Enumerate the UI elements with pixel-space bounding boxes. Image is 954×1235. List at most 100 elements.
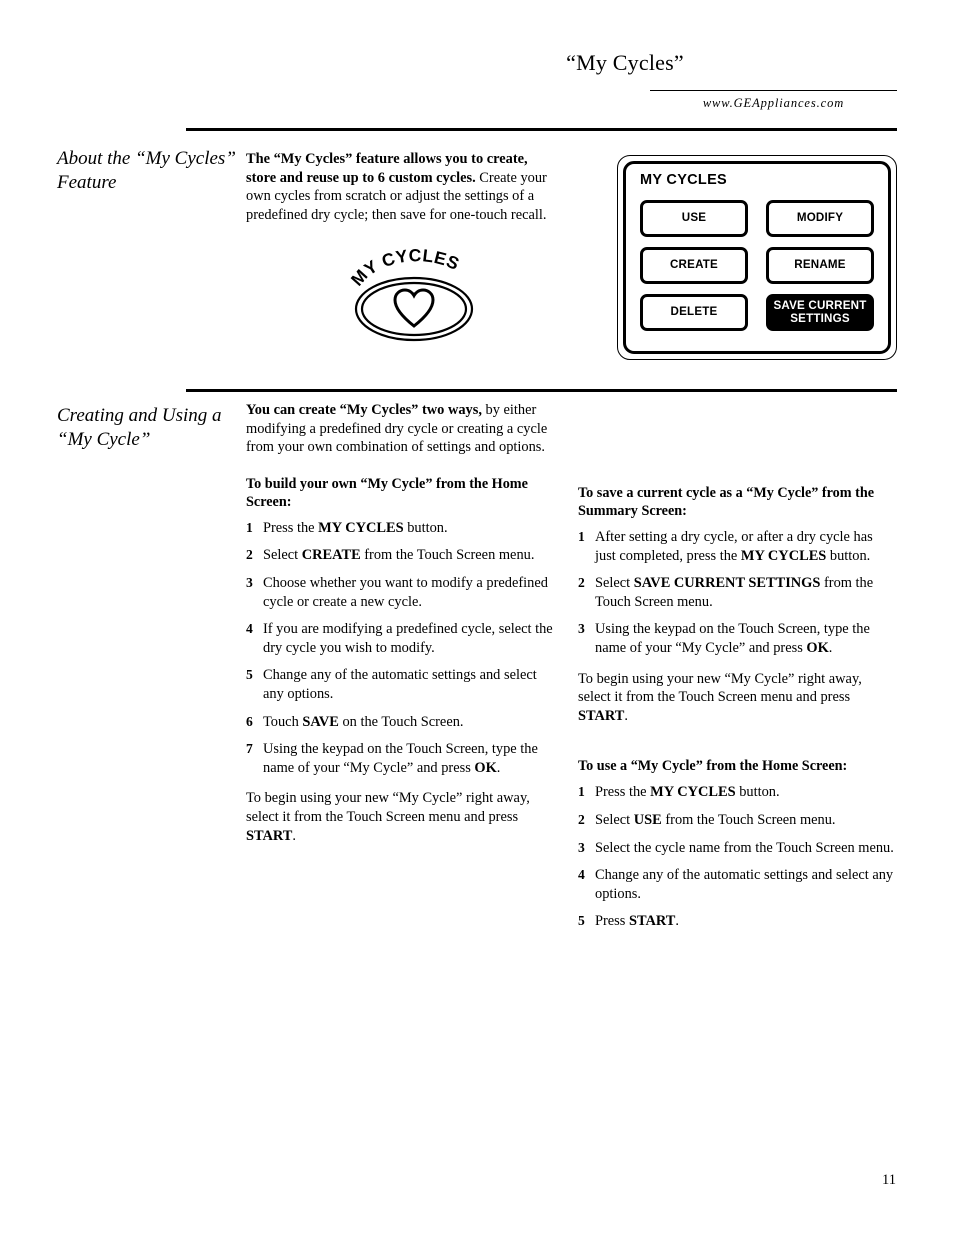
step-text-pre: Select xyxy=(595,811,634,828)
procedure-steps-use-cycle: 1 Press the MY CYCLES button. 2 Select USE… xyxy=(578,783,896,931)
step-number: 1 xyxy=(246,519,253,535)
step-text-pre: Choose whether you want to modify a pred… xyxy=(263,574,548,610)
list-item: 1 Press the MY CYCLES button. xyxy=(246,519,556,538)
list-item: 3 Using the keypad on the Touch Screen, t… xyxy=(578,620,896,657)
touch-panel-button-modify[interactable]: MODIFY xyxy=(766,200,874,237)
list-item: 3 Choose whether you want to modify a pre… xyxy=(246,574,556,611)
about-section-body: The “My Cycles” feature allows you to cr… xyxy=(246,150,556,238)
list-item: 2 Select USE from the Touch Screen menu. xyxy=(578,811,896,830)
creating-intro-bold: You can create “My Cycles” two ways, xyxy=(246,402,482,418)
step-number: 5 xyxy=(578,913,585,929)
step-number: 4 xyxy=(246,621,253,637)
closing-text-pre: To begin using your new “My Cycle” right… xyxy=(578,670,862,706)
step-number: 2 xyxy=(246,547,253,563)
step-number: 5 xyxy=(246,667,253,683)
closing-text-bold: START xyxy=(246,827,293,844)
list-item: 7 Using the keypad on the Touch Screen, t… xyxy=(246,740,556,777)
about-intro-paragraph: The “My Cycles” feature allows you to cr… xyxy=(246,150,556,224)
procedure-steps-save-current: 1 After setting a dry cycle, or after a d… xyxy=(578,528,896,658)
header-divider-thin xyxy=(650,90,897,91)
my-cycles-button-graphic: MY CYCLES xyxy=(340,243,490,348)
step-text-bold: CREATE xyxy=(301,547,361,564)
touch-panel-button-grid: USE MODIFY CREATE RENAME DELETE SAVE CUR… xyxy=(640,200,874,331)
step-text-pre: Select xyxy=(595,575,634,592)
creating-left-column: You can create “My Cycles” two ways, by … xyxy=(246,401,556,857)
list-item: 2 Select SAVE CURRENT SETTINGS from the T… xyxy=(578,574,896,611)
step-number: 7 xyxy=(246,741,253,757)
list-item: 5 Press START. xyxy=(578,912,896,931)
touch-panel-button-rename[interactable]: RENAME xyxy=(766,247,874,284)
step-text-post: . xyxy=(828,639,833,656)
list-item: 1 Press the MY CYCLES button. xyxy=(578,783,896,802)
closing-paragraph-build-own: To begin using your new “My Cycle” right… xyxy=(246,789,556,845)
section-divider-thick xyxy=(186,389,897,392)
step-text-pre: Change any of the automatic settings and… xyxy=(595,867,894,902)
creating-right-column: To save a current cycle as a “My Cycle” … xyxy=(578,484,896,943)
my-cycles-oval-icon: MY CYCLES xyxy=(347,245,474,342)
step-text-post: button. xyxy=(826,547,871,564)
touch-screen-panel-inner: MY CYCLES USE MODIFY CREATE RENAME DELET… xyxy=(623,161,891,354)
touch-panel-button-delete[interactable]: DELETE xyxy=(640,294,748,331)
step-text-bold: OK xyxy=(806,639,829,656)
procedure-heading-use-cycle: To use a “My Cycle” from the Home Screen… xyxy=(578,758,848,775)
step-text-bold: MY CYCLES xyxy=(740,547,827,564)
step-text-bold: SAVE CURRENT SETTINGS xyxy=(633,575,821,592)
step-text-bold: MY CYCLES xyxy=(318,519,404,536)
step-number: 3 xyxy=(578,839,585,855)
step-text-bold: SAVE xyxy=(302,713,339,730)
touch-panel-button-use[interactable]: USE xyxy=(640,200,748,237)
step-text-bold: OK xyxy=(474,759,497,776)
step-text-pre: Select xyxy=(263,547,302,564)
step-text-post: on the Touch Screen. xyxy=(338,713,464,730)
list-item: 6 Touch SAVE on the Touch Screen. xyxy=(246,713,556,732)
procedure-steps-build-own: 1 Press the MY CYCLES button. 2 Select CRE… xyxy=(246,519,556,778)
list-item: 2 Select CREATE from the Touch Screen men… xyxy=(246,546,556,565)
step-text-pre: Change any of the automatic settings and… xyxy=(263,667,537,702)
step-text-post: from the Touch Screen menu. xyxy=(360,547,535,564)
step-number: 1 xyxy=(578,784,585,800)
step-text-pre: If you are modifying a predefined cycle,… xyxy=(263,621,553,656)
procedure-heading-save-current: To save a current cycle as a “My Cycle” … xyxy=(578,485,875,519)
list-item: 5 Change any of the automatic settings an… xyxy=(246,666,556,703)
procedure-heading-build-own: To build your own “My Cycle” from the Ho… xyxy=(246,475,528,510)
step-text-pre: Press xyxy=(595,913,629,930)
step-number: 2 xyxy=(578,575,585,591)
list-item: 4 Change any of the automatic settings an… xyxy=(578,866,896,903)
step-text-bold: START xyxy=(628,913,676,930)
closing-paragraph-save-current: To begin using your new “My Cycle” right… xyxy=(578,670,896,726)
step-text-post: . xyxy=(496,759,501,776)
touch-panel-button-create[interactable]: CREATE xyxy=(640,247,748,284)
sidebar-heading-about: About the “My Cycles” Feature xyxy=(57,148,236,193)
touch-panel-title: MY CYCLES xyxy=(640,172,728,188)
step-text-post: from the Touch Screen menu. xyxy=(661,811,836,828)
list-item: 4 If you are modifying a predefined cycle… xyxy=(246,620,556,657)
header-divider-thick xyxy=(186,128,897,131)
step-number: 3 xyxy=(578,621,585,637)
header-website-url: www.GEAppliances.com xyxy=(702,96,845,110)
closing-text-post: . xyxy=(292,827,297,844)
step-text-pre: Press the xyxy=(595,784,651,801)
step-text-post: button. xyxy=(735,784,780,801)
step-text-bold: MY CYCLES xyxy=(650,784,736,801)
step-text-pre: Touch xyxy=(263,713,303,730)
step-text-pre: Select the cycle name from the Touch Scr… xyxy=(595,839,894,856)
step-text-pre: Press the xyxy=(263,519,319,536)
touch-panel-button-save-current-settings[interactable]: SAVE CURRENT SETTINGS xyxy=(766,294,874,331)
list-item: 3 Select the cycle name from the Touch Sc… xyxy=(578,839,896,858)
step-number: 6 xyxy=(246,713,253,729)
touch-screen-panel: MY CYCLES USE MODIFY CREATE RENAME DELET… xyxy=(617,155,897,360)
closing-text-bold: START xyxy=(578,707,625,724)
step-number: 1 xyxy=(578,529,585,544)
step-text-post: . xyxy=(675,913,680,930)
page-number: 11 xyxy=(882,1172,896,1188)
step-number: 2 xyxy=(578,811,585,827)
page-header: “My Cycles” www.GEAppliances.com xyxy=(0,0,954,130)
list-item: 1 After setting a dry cycle, or after a d… xyxy=(578,528,896,565)
sidebar-heading-creating: Creating and Using a “My Cycle” xyxy=(57,405,222,450)
step-number: 4 xyxy=(578,867,585,883)
closing-text-pre: To begin using your new “My Cycle” right… xyxy=(246,790,530,825)
creating-intro-paragraph: You can create “My Cycles” two ways, by … xyxy=(246,401,556,457)
closing-text-post: . xyxy=(624,707,629,724)
step-number: 3 xyxy=(246,574,253,590)
step-text-bold: USE xyxy=(633,811,662,828)
